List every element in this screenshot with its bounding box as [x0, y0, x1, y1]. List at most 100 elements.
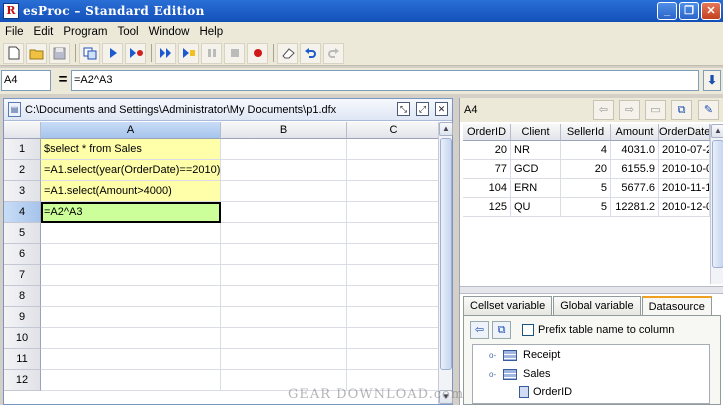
cell-c5[interactable]	[347, 223, 441, 244]
row-header[interactable]: 1	[4, 139, 41, 160]
scroll-up-icon[interactable]: ▲	[711, 124, 723, 138]
row-header[interactable]: 2	[4, 160, 41, 181]
result-cell[interactable]: 6155.9	[611, 160, 659, 179]
stop-icon[interactable]	[224, 42, 245, 64]
execute-all-icon[interactable]	[79, 42, 100, 64]
cell-a4[interactable]: =A2^A3	[41, 202, 221, 223]
tab-datasource[interactable]: Datasource	[641, 296, 712, 316]
tree-item-sales[interactable]: o- Sales	[489, 368, 551, 380]
cell-c1[interactable]	[347, 139, 441, 160]
result-cell[interactable]: GCD	[511, 160, 561, 179]
result-cell[interactable]: 2010-12-0	[659, 198, 710, 217]
row-header[interactable]: 4	[4, 202, 41, 223]
maximize-window-icon[interactable]: ⤢	[416, 102, 429, 116]
result-vertical-scrollbar[interactable]: ▲	[710, 124, 723, 284]
result-cell[interactable]: 2010-11-1	[659, 179, 710, 198]
row-header[interactable]: 6	[4, 244, 41, 265]
copy-value-icon[interactable]: ▭	[645, 100, 666, 120]
export-icon[interactable]: ⧉	[671, 100, 692, 120]
result-cell[interactable]: 12281.2	[611, 198, 659, 217]
menu-file[interactable]: File	[0, 26, 29, 38]
menu-edit[interactable]: Edit	[29, 26, 59, 38]
cell-a1[interactable]: $select * from Sales	[41, 139, 221, 160]
cell-b2[interactable]	[221, 160, 347, 181]
result-column-header[interactable]: SellerId	[561, 124, 611, 141]
cell-b5[interactable]	[221, 223, 347, 244]
scroll-thumb[interactable]	[712, 140, 723, 268]
row-header[interactable]: 12	[4, 370, 41, 391]
save-icon[interactable]	[49, 42, 70, 64]
step-into-icon[interactable]	[178, 42, 199, 64]
cell-c9[interactable]	[347, 307, 441, 328]
cell-a7[interactable]	[41, 265, 221, 286]
cell-a5[interactable]	[41, 223, 221, 244]
result-cell[interactable]: NR	[511, 141, 561, 160]
result-cell[interactable]: QU	[511, 198, 561, 217]
expand-formula-icon[interactable]: ⬇	[703, 70, 721, 91]
result-column-header[interactable]: Client	[511, 124, 561, 141]
new-file-icon[interactable]	[3, 42, 24, 64]
cell-a6[interactable]	[41, 244, 221, 265]
cell-b3[interactable]	[221, 181, 347, 202]
panel-splitter[interactable]	[460, 286, 723, 294]
result-cell[interactable]: 125	[463, 198, 511, 217]
menu-help[interactable]: Help	[194, 26, 228, 38]
cell-a2[interactable]: =A1.select(year(OrderDate)==2010)	[41, 160, 221, 181]
result-column-header[interactable]: OrderID	[463, 124, 511, 141]
cell-b4[interactable]	[221, 202, 347, 223]
row-header[interactable]: 5	[4, 223, 41, 244]
forward-arrow-icon[interactable]: ⇨	[619, 100, 640, 120]
undo-icon[interactable]	[300, 42, 321, 64]
cell-c10[interactable]	[347, 328, 441, 349]
cell-b11[interactable]	[221, 349, 347, 370]
clear-eraser-icon[interactable]	[277, 42, 298, 64]
result-cell[interactable]: 5677.6	[611, 179, 659, 198]
result-cell[interactable]: 20	[463, 141, 511, 160]
close-button[interactable]: ✕	[701, 2, 721, 20]
breakpoint-icon[interactable]	[247, 42, 268, 64]
expand-toggle-icon[interactable]: o-	[489, 351, 499, 360]
row-header[interactable]: 8	[4, 286, 41, 307]
cell-b7[interactable]	[221, 265, 347, 286]
result-cell[interactable]: 5	[561, 179, 611, 198]
maximize-button[interactable]: ❐	[679, 2, 699, 20]
formula-input[interactable]: =A2^A3	[71, 70, 699, 91]
tree-item-orderid[interactable]: OrderID	[519, 386, 572, 398]
scroll-up-icon[interactable]: ▲	[439, 122, 453, 136]
row-header[interactable]: 10	[4, 328, 41, 349]
cell-b1[interactable]	[221, 139, 347, 160]
result-cell[interactable]: 77	[463, 160, 511, 179]
cell-a12[interactable]	[41, 370, 221, 391]
menu-tool[interactable]: Tool	[112, 26, 143, 38]
column-header-c[interactable]: C	[347, 122, 441, 139]
tab-global-variable[interactable]: Global variable	[553, 296, 641, 316]
sheet-vertical-scrollbar[interactable]: ▲ ▼	[438, 122, 453, 404]
cell-c6[interactable]	[347, 244, 441, 265]
cell-b8[interactable]	[221, 286, 347, 307]
column-header-a[interactable]: A	[41, 122, 221, 139]
cell-c2[interactable]	[347, 160, 441, 181]
column-header-b[interactable]: B	[221, 122, 347, 139]
cell-c7[interactable]	[347, 265, 441, 286]
result-column-header[interactable]: OrderDate	[659, 124, 710, 141]
minimize-button[interactable]: _	[657, 2, 677, 20]
menu-window[interactable]: Window	[144, 26, 195, 38]
cell-a11[interactable]	[41, 349, 221, 370]
result-cell[interactable]: 2010-07-2	[659, 141, 710, 160]
result-cell[interactable]: 5	[561, 198, 611, 217]
cell-b10[interactable]	[221, 328, 347, 349]
cell-c11[interactable]	[347, 349, 441, 370]
result-cell[interactable]: 4	[561, 141, 611, 160]
back-arrow-icon[interactable]: ⇦	[593, 100, 614, 120]
cell-a8[interactable]	[41, 286, 221, 307]
row-header[interactable]: 3	[4, 181, 41, 202]
tab-cellset-variable[interactable]: Cellset variable	[463, 296, 553, 316]
row-header[interactable]: 9	[4, 307, 41, 328]
cell-a9[interactable]	[41, 307, 221, 328]
open-folder-icon[interactable]	[26, 42, 47, 64]
copy-icon[interactable]: ⧉	[492, 321, 511, 339]
row-header[interactable]: 11	[4, 349, 41, 370]
tree-item-receipt[interactable]: o- Receipt	[489, 349, 560, 361]
back-icon[interactable]: ⇦	[470, 321, 489, 339]
result-cell[interactable]: 20	[561, 160, 611, 179]
